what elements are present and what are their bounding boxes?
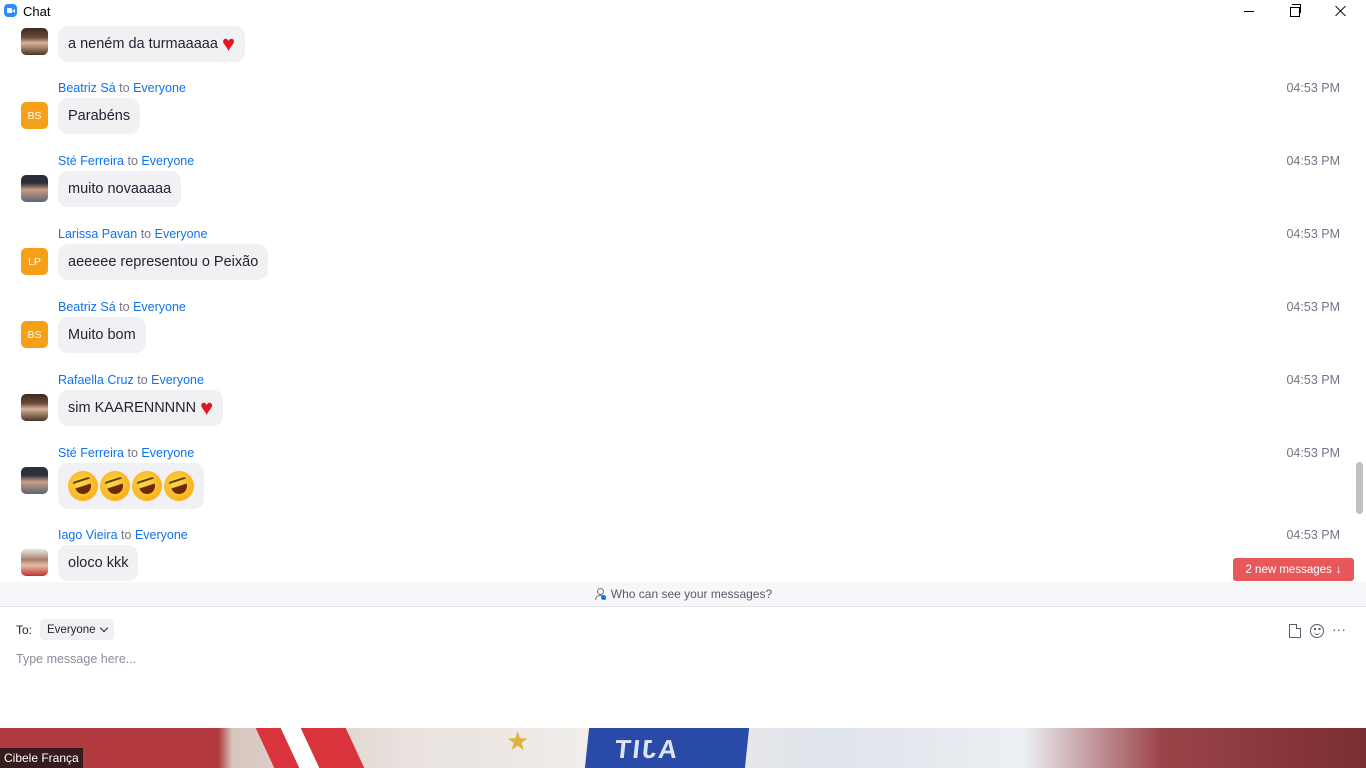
privacy-banner[interactable]: Who can see your messages? bbox=[0, 582, 1366, 607]
privacy-label: Who can see your messages? bbox=[610, 587, 773, 601]
new-messages-label: 2 new messages bbox=[1245, 563, 1332, 576]
message-input[interactable] bbox=[16, 649, 1346, 669]
message-text: sim KAARENNNNN bbox=[68, 400, 197, 416]
message-bubble bbox=[58, 463, 204, 509]
message-header: Sté Ferreira to Everyone bbox=[58, 446, 194, 460]
file-button[interactable] bbox=[1287, 623, 1303, 639]
message-header: Rafaella Cruz to Everyone bbox=[58, 373, 204, 387]
avatar bbox=[21, 28, 48, 55]
participant-name-tag: Cibele França bbox=[0, 748, 83, 768]
message-text: aeeeee representou o Peixão bbox=[68, 254, 259, 270]
to-word: to bbox=[121, 528, 132, 542]
restore-icon bbox=[1290, 4, 1301, 17]
title-bar: Chat bbox=[0, 0, 1366, 22]
recipient-name: Everyone bbox=[133, 81, 186, 95]
avatar bbox=[21, 175, 48, 202]
message-bubble: muito novaaaaa bbox=[58, 171, 182, 207]
message-time: 04:53 PM bbox=[1286, 446, 1340, 460]
avatar bbox=[21, 467, 48, 494]
to-word: to bbox=[137, 373, 148, 387]
to-word: to bbox=[127, 446, 138, 460]
star-icon: ★ bbox=[506, 728, 530, 756]
message-bubble: sim KAARENNNNN ♥ bbox=[58, 390, 224, 426]
message-text: muito novaaaaa bbox=[68, 181, 172, 197]
message-time: 04:53 PM bbox=[1286, 300, 1340, 314]
message-header: Beatriz Sá to Everyone bbox=[58, 300, 186, 314]
to-word: to bbox=[119, 81, 130, 95]
file-icon bbox=[1289, 624, 1301, 638]
message-bubble: oloco kkk bbox=[58, 545, 139, 581]
message-time: 04:53 PM bbox=[1286, 528, 1340, 542]
recipient-name: Everyone bbox=[154, 227, 208, 241]
heart-icon: ♥ bbox=[200, 395, 214, 420]
to-word: to bbox=[119, 300, 130, 314]
heart-icon: ♥ bbox=[221, 31, 235, 56]
video-shirt-stripe bbox=[255, 728, 365, 768]
message-bubble: Muito bom bbox=[58, 317, 146, 353]
minimize-icon bbox=[1244, 10, 1254, 12]
message-header: Beatriz Sá to Everyone bbox=[58, 81, 186, 95]
sender-name[interactable]: Rafaella Cruz bbox=[58, 373, 134, 387]
close-icon bbox=[1335, 5, 1347, 17]
rolling-on-floor-laughing-icon bbox=[160, 467, 198, 505]
smiley-icon bbox=[1310, 624, 1324, 638]
chevron-down-icon bbox=[99, 623, 108, 633]
avatar bbox=[21, 549, 48, 576]
message-text: a neném da turmaaaaa bbox=[68, 36, 218, 52]
recipient-value: Everyone bbox=[47, 623, 96, 636]
message-header: Larissa Pavan to Everyone bbox=[58, 227, 207, 241]
emoji-row bbox=[64, 467, 198, 505]
ellipsis-icon: ··· bbox=[1332, 621, 1346, 637]
sender-name[interactable]: Sté Ferreira bbox=[58, 446, 124, 460]
sender-name[interactable]: Larissa Pavan bbox=[58, 227, 137, 241]
message-time: 04:53 PM bbox=[1286, 154, 1340, 168]
message-time: 04:53 PM bbox=[1286, 373, 1340, 387]
chat-message-list[interactable]: a neném da turmaaaaa ♥ Beatriz Sá to Eve… bbox=[0, 22, 1354, 581]
avatar: BS bbox=[21, 321, 48, 348]
rolling-on-floor-laughing-icon bbox=[128, 467, 166, 505]
rolling-on-floor-laughing-icon bbox=[64, 467, 102, 505]
message-header: Sté Ferreira to Everyone bbox=[58, 154, 194, 168]
new-messages-button[interactable]: 2 new messages ↓ bbox=[1233, 558, 1354, 581]
sender-name[interactable]: Beatriz Sá bbox=[58, 300, 116, 314]
recipient-name: Everyone bbox=[141, 154, 195, 168]
to-word: to bbox=[127, 154, 138, 168]
video-feed: ★ Cibele França bbox=[0, 728, 1366, 768]
message-time: 04:53 PM bbox=[1286, 81, 1340, 95]
avatar: BS bbox=[21, 102, 48, 129]
recipient-name: Everyone bbox=[134, 528, 188, 542]
recipient-name: Everyone bbox=[133, 300, 186, 314]
recipient-dropdown[interactable]: Everyone bbox=[40, 619, 114, 640]
minimize-button[interactable] bbox=[1226, 0, 1272, 22]
arrow-down-icon: ↓ bbox=[1335, 563, 1342, 576]
video-shirt-logo bbox=[584, 728, 750, 768]
zoom-camera-icon bbox=[4, 4, 17, 17]
message-text: oloco kkk bbox=[68, 555, 129, 571]
message-header: Iago Vieira to Everyone bbox=[58, 528, 188, 542]
recipient-name: Everyone bbox=[151, 373, 204, 387]
recipient-name: Everyone bbox=[141, 446, 195, 460]
emoji-button[interactable] bbox=[1309, 623, 1325, 639]
rolling-on-floor-laughing-icon bbox=[96, 467, 134, 505]
person-privacy-icon bbox=[594, 588, 606, 600]
avatar: LP bbox=[21, 248, 48, 275]
message-bubble: aeeeee representou o Peixão bbox=[58, 244, 269, 280]
window-title: Chat bbox=[23, 4, 51, 19]
to-label: To: bbox=[16, 623, 33, 637]
message-text: Muito bom bbox=[68, 327, 136, 343]
message-text: Parabéns bbox=[68, 108, 131, 124]
avatar bbox=[21, 394, 48, 421]
scrollbar-thumb[interactable] bbox=[1356, 462, 1363, 514]
message-bubble: a neném da turmaaaaa ♥ bbox=[58, 26, 245, 62]
sender-name[interactable]: Sté Ferreira bbox=[58, 154, 124, 168]
message-bubble: Parabéns bbox=[58, 98, 141, 134]
message-composer: To: Everyone ··· bbox=[0, 607, 1366, 728]
more-options-button[interactable]: ··· bbox=[1332, 621, 1348, 639]
to-word: to bbox=[140, 227, 152, 241]
restore-button[interactable] bbox=[1272, 0, 1318, 22]
sender-name[interactable]: Iago Vieira bbox=[58, 528, 118, 542]
sender-name[interactable]: Beatriz Sá bbox=[58, 81, 116, 95]
message-time: 04:53 PM bbox=[1286, 227, 1340, 241]
close-button[interactable] bbox=[1318, 0, 1364, 22]
